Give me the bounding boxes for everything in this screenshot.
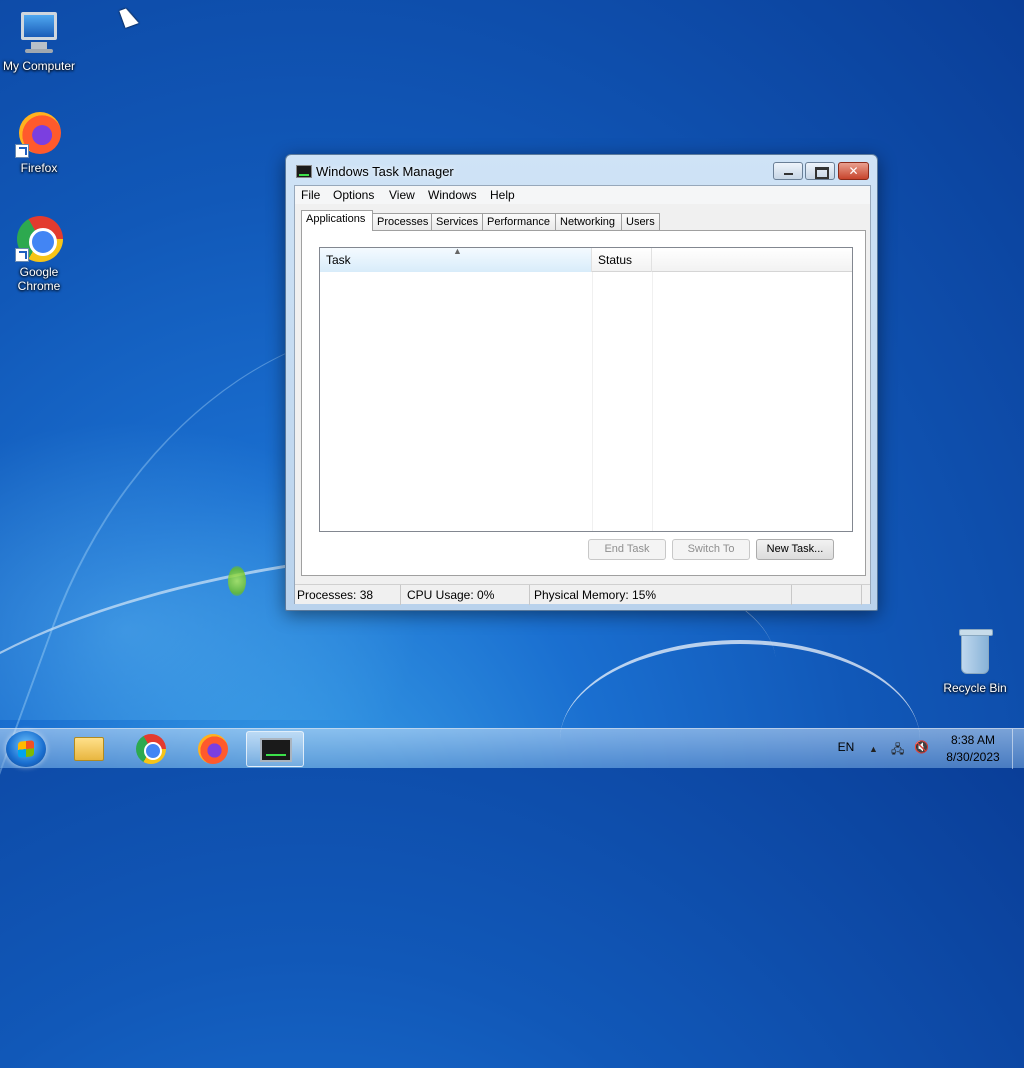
column-header-status[interactable]: Status xyxy=(592,248,652,272)
task-manager-icon xyxy=(296,165,312,178)
switch-to-button[interactable]: Switch To xyxy=(672,539,750,560)
shortcut-arrow-icon xyxy=(15,248,29,262)
clock-date[interactable]: 8/30/2023 xyxy=(940,750,1006,764)
column-label: Status xyxy=(598,253,633,267)
menu-view[interactable]: View xyxy=(389,188,415,202)
taskbar-file-explorer[interactable] xyxy=(60,731,118,767)
desktop-icon-label: Google Chrome xyxy=(17,265,61,293)
clock-time[interactable]: 8:38 AM xyxy=(940,733,1006,747)
applications-panel: ▲ Task Status End Task Switch To New Tas… xyxy=(301,230,866,576)
computer-icon xyxy=(15,8,63,56)
taskbar-task-manager[interactable] xyxy=(246,731,304,767)
volume-muted-icon[interactable]: 🔇 xyxy=(914,740,929,754)
network-icon[interactable]: 🖧 xyxy=(891,740,904,761)
status-cpu-usage: CPU Usage: 0% xyxy=(401,585,530,605)
column-label: Task xyxy=(326,253,351,267)
column-divider xyxy=(652,272,653,531)
tab-processes[interactable]: Processes xyxy=(372,213,432,231)
new-task-button[interactable]: New Task... xyxy=(756,539,834,560)
desktop-icon-recycle-bin[interactable]: Recycle Bin xyxy=(935,629,1015,695)
chrome-icon xyxy=(15,214,63,262)
taskbar-firefox[interactable] xyxy=(184,731,242,767)
tab-performance[interactable]: Performance xyxy=(482,213,556,231)
desktop-icon-my-computer[interactable]: My Computer xyxy=(0,8,79,73)
taskbar: EN ▲ 🖧 🔇 8:38 AM 8/30/2023 xyxy=(0,728,1024,769)
menu-help[interactable]: Help xyxy=(490,188,515,202)
menu-windows[interactable]: Windows xyxy=(428,188,477,202)
desktop-icon-google-chrome[interactable]: Google Chrome xyxy=(0,214,79,293)
status-processes: Processes: 38 xyxy=(295,585,401,605)
tab-applications[interactable]: Applications xyxy=(301,210,373,231)
menu-bar: File Options View Windows Help xyxy=(295,186,870,204)
show-hidden-icons-chevron-icon[interactable]: ▲ xyxy=(869,744,878,754)
status-bar: Processes: 38 CPU Usage: 0% Physical Mem… xyxy=(295,584,870,605)
tab-networking[interactable]: Networking xyxy=(555,213,622,231)
mouse-cursor xyxy=(119,6,139,28)
firefox-icon xyxy=(15,110,63,158)
status-empty xyxy=(792,585,862,605)
window-title: Windows Task Manager xyxy=(316,164,454,179)
shortcut-arrow-icon xyxy=(15,144,29,158)
wallpaper-leaf xyxy=(228,566,246,596)
taskbar-chrome[interactable] xyxy=(122,731,180,767)
column-divider xyxy=(592,272,593,531)
sort-ascending-icon: ▲ xyxy=(453,246,462,256)
desktop-icon-firefox[interactable]: Firefox xyxy=(0,110,79,175)
end-task-button[interactable]: End Task xyxy=(588,539,666,560)
start-button[interactable] xyxy=(6,731,46,767)
menu-file[interactable]: File xyxy=(301,188,320,202)
desktop-icon-label: Firefox xyxy=(20,161,58,175)
minimize-button[interactable] xyxy=(773,162,803,180)
recycle-bin-icon xyxy=(951,629,999,678)
list-header: ▲ Task Status xyxy=(320,246,852,272)
tab-users[interactable]: Users xyxy=(621,213,660,231)
file-explorer-icon xyxy=(74,737,104,761)
language-indicator[interactable]: EN xyxy=(832,740,860,754)
status-physical-memory: Physical Memory: 15% xyxy=(530,585,792,605)
firefox-icon xyxy=(198,734,228,764)
close-button[interactable] xyxy=(838,162,869,180)
task-manager-window[interactable]: Windows Task Manager File Options View W… xyxy=(285,154,878,611)
show-desktop-button[interactable] xyxy=(1012,729,1024,769)
desktop-icon-label: My Computer xyxy=(2,59,76,73)
title-bar[interactable]: Windows Task Manager xyxy=(286,155,877,185)
menu-options[interactable]: Options xyxy=(333,188,374,202)
window-client: File Options View Windows Help Applicati… xyxy=(294,185,871,605)
desktop-icon-label: Recycle Bin xyxy=(943,681,1007,695)
chrome-icon xyxy=(136,734,166,764)
tab-services[interactable]: Services xyxy=(431,213,483,231)
task-list[interactable]: ▲ Task Status xyxy=(319,246,853,532)
maximize-button[interactable] xyxy=(805,162,835,180)
task-manager-icon xyxy=(260,738,292,762)
column-header-task[interactable]: ▲ Task xyxy=(320,246,592,272)
